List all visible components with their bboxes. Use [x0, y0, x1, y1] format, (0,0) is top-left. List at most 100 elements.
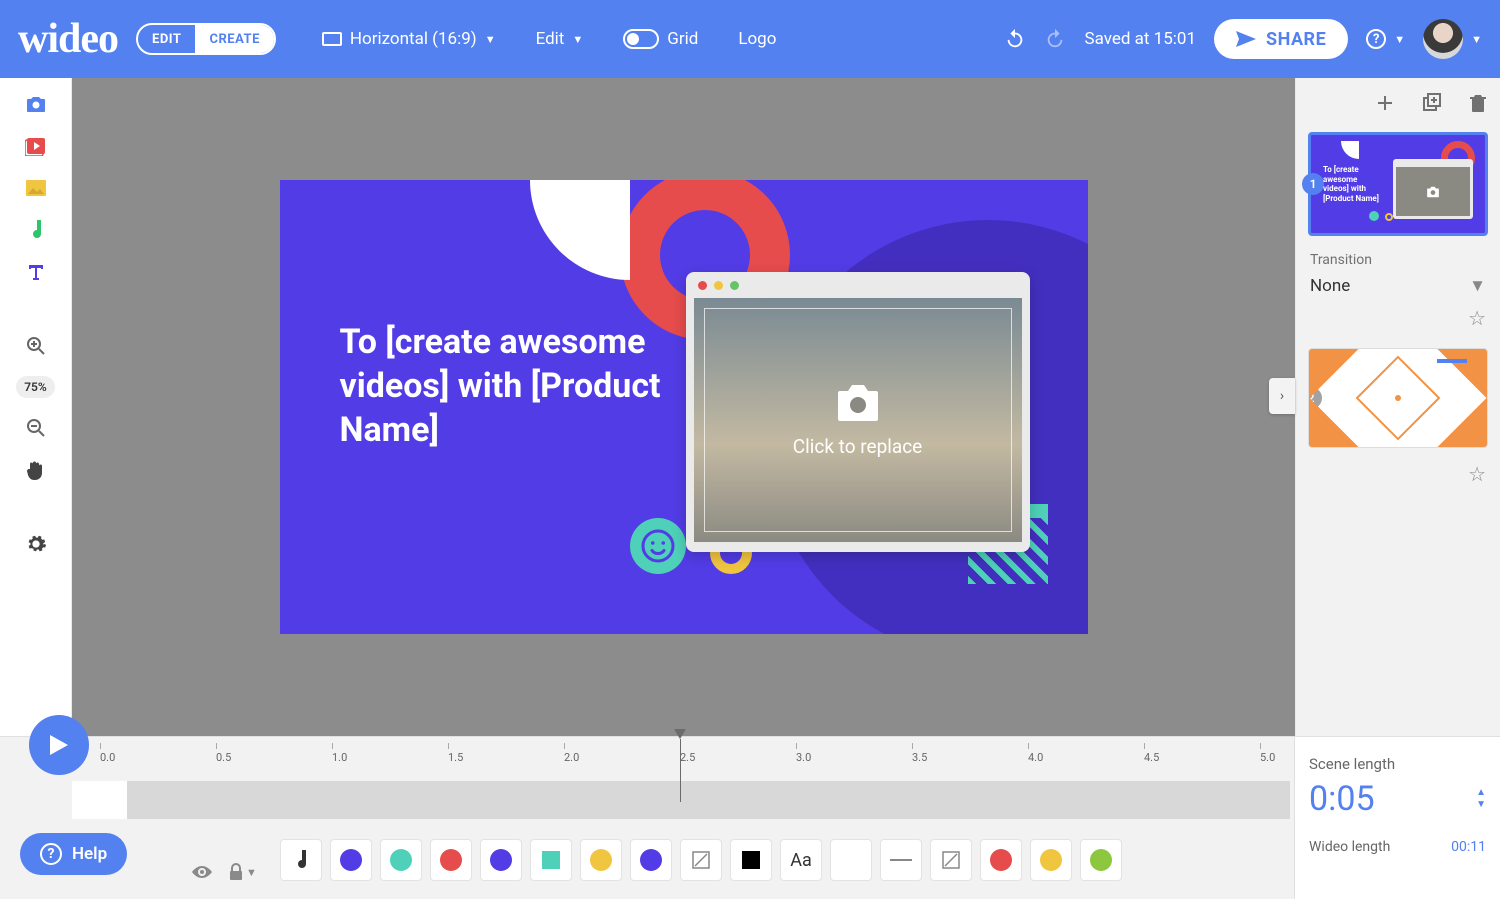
settings-tool[interactable] [24, 532, 48, 556]
zoom-in[interactable] [24, 334, 48, 358]
timeline-object[interactable] [680, 839, 722, 881]
delete-scene-icon[interactable] [1470, 93, 1486, 113]
wideo-length-label: Wideo length [1309, 839, 1390, 855]
timeline-object[interactable] [380, 839, 422, 881]
chevron-down-icon: ▼ [1471, 33, 1482, 46]
image-placeholder-frame[interactable]: Click to replace [686, 272, 1030, 552]
duplicate-scene-icon[interactable] [1422, 93, 1442, 113]
mini-browser-icon [1393, 159, 1473, 219]
chevron-down-icon: ▼ [1394, 33, 1405, 46]
play-icon [50, 735, 68, 755]
save-status: Saved at 15:01 [1084, 29, 1196, 49]
ruler-tick: 5.0 [1260, 743, 1275, 764]
chevron-down-icon: ▼ [572, 33, 583, 46]
timeline-object[interactable] [830, 839, 872, 881]
timeline-panel: 0.00.51.01.52.02.53.03.54.04.55.0 ▼ Aa S… [0, 736, 1500, 899]
timeline-object[interactable] [930, 839, 972, 881]
timeline-track[interactable] [72, 781, 1290, 819]
timeline-object[interactable] [530, 839, 572, 881]
slide-headline[interactable]: To [create awesome videos] with [Product… [340, 320, 670, 453]
scene-length-label: Scene length [1309, 755, 1486, 773]
visibility-icon[interactable] [190, 864, 214, 880]
scene-thumbnail-2[interactable]: 2 [1308, 348, 1488, 448]
timeline-object[interactable] [1080, 839, 1122, 881]
window-controls [686, 272, 1030, 298]
redo-icon[interactable] [1044, 28, 1066, 50]
add-scene-icon[interactable] [1376, 94, 1394, 112]
ruler-tick: 0.5 [216, 743, 231, 764]
length-stepper[interactable]: ▲▼ [1476, 788, 1486, 810]
timeline-object[interactable] [330, 839, 372, 881]
chevron-down-icon: ▼ [485, 33, 496, 46]
transition-select[interactable]: None ▼ [1310, 276, 1486, 296]
scenes-panel: 1 To [create awesome videos] with [Produ… [1295, 78, 1500, 736]
lock-icon [228, 863, 244, 881]
smiley-icon [630, 518, 686, 574]
zoom-out[interactable] [24, 416, 48, 440]
ruler-tick: 3.0 [796, 743, 811, 764]
scene-length-value: 0:05 [1309, 779, 1375, 819]
decoration-shape [530, 180, 630, 280]
mode-create[interactable]: CREATE [195, 25, 273, 53]
send-icon [1236, 31, 1256, 47]
timeline-clip[interactable] [72, 781, 127, 819]
logo-button[interactable]: Logo [738, 29, 776, 49]
favorite-toggle[interactable]: ☆ [1468, 462, 1486, 486]
question-icon: ? [40, 843, 62, 865]
thumb-pattern [1309, 349, 1487, 447]
timeline-object[interactable] [430, 839, 472, 881]
favorite-toggle[interactable]: ☆ [1468, 306, 1486, 330]
timeline-object[interactable] [880, 839, 922, 881]
lock-dropdown[interactable]: ▼ [228, 863, 257, 881]
panel-collapse-toggle[interactable]: › [1269, 378, 1295, 414]
scene-thumbnail-1[interactable]: 1 To [create awesome videos] with [Produ… [1308, 132, 1488, 236]
timeline-object[interactable] [730, 839, 772, 881]
ruler-tick: 1.5 [448, 743, 463, 764]
timeline-object[interactable] [630, 839, 672, 881]
dropdown-icon: ▼ [1469, 276, 1486, 296]
aspect-ratio-dropdown[interactable]: Horizontal (16:9) ▼ [322, 29, 496, 49]
objects-row: Aa [280, 839, 1290, 881]
playhead[interactable] [680, 739, 681, 802]
mode-edit[interactable]: EDIT [138, 25, 195, 53]
timeline-info: Scene length 0:05 ▲▼ Wideo length 00:11 [1294, 737, 1500, 899]
edit-menu[interactable]: Edit ▼ [536, 29, 584, 49]
transition-label: Transition [1310, 252, 1486, 268]
canvas-area[interactable]: To [create awesome videos] with [Product… [72, 78, 1295, 736]
ruler-tick: 2.5 [680, 743, 695, 764]
help-button[interactable]: ? Help [20, 833, 127, 875]
undo-icon[interactable] [1004, 28, 1026, 50]
help-dropdown[interactable]: ? ▼ [1366, 29, 1405, 49]
camera-icon [834, 383, 882, 423]
switch-icon [623, 29, 659, 49]
zoom-level[interactable]: 75% [16, 376, 55, 398]
wideo-length-value: 00:11 [1451, 839, 1486, 855]
grid-toggle[interactable]: Grid [623, 29, 698, 49]
timeline-ruler[interactable]: 0.00.51.01.52.02.53.03.54.04.55.0 [100, 743, 1290, 771]
replace-label: Click to replace [793, 435, 922, 458]
ruler-tick: 2.0 [564, 743, 579, 764]
topbar: wideo EDIT CREATE Horizontal (16:9) ▼ Ed… [0, 0, 1500, 78]
play-button[interactable] [29, 715, 89, 775]
slide[interactable]: To [create awesome videos] with [Product… [280, 180, 1088, 634]
ruler-tick: 4.0 [1028, 743, 1043, 764]
audio-tool[interactable] [24, 218, 48, 242]
timeline-object[interactable] [480, 839, 522, 881]
share-button[interactable]: SHARE [1214, 19, 1348, 59]
chevron-right-icon: › [1280, 388, 1284, 404]
timeline-object[interactable] [580, 839, 622, 881]
timeline-object[interactable] [280, 839, 322, 881]
account-menu[interactable]: ▼ [1423, 19, 1482, 59]
text-tool[interactable] [24, 260, 48, 284]
video-tool[interactable] [24, 134, 48, 158]
image-drop-zone[interactable]: Click to replace [694, 298, 1022, 542]
question-icon: ? [1366, 29, 1386, 49]
app-logo: wideo [18, 15, 118, 63]
pan-tool[interactable] [24, 458, 48, 482]
timeline-object[interactable] [1030, 839, 1072, 881]
image-tool[interactable] [24, 176, 48, 200]
timeline-object[interactable] [980, 839, 1022, 881]
timeline-object[interactable]: Aa [780, 839, 822, 881]
mode-toggle[interactable]: EDIT CREATE [136, 23, 276, 55]
camera-tool[interactable] [24, 92, 48, 116]
